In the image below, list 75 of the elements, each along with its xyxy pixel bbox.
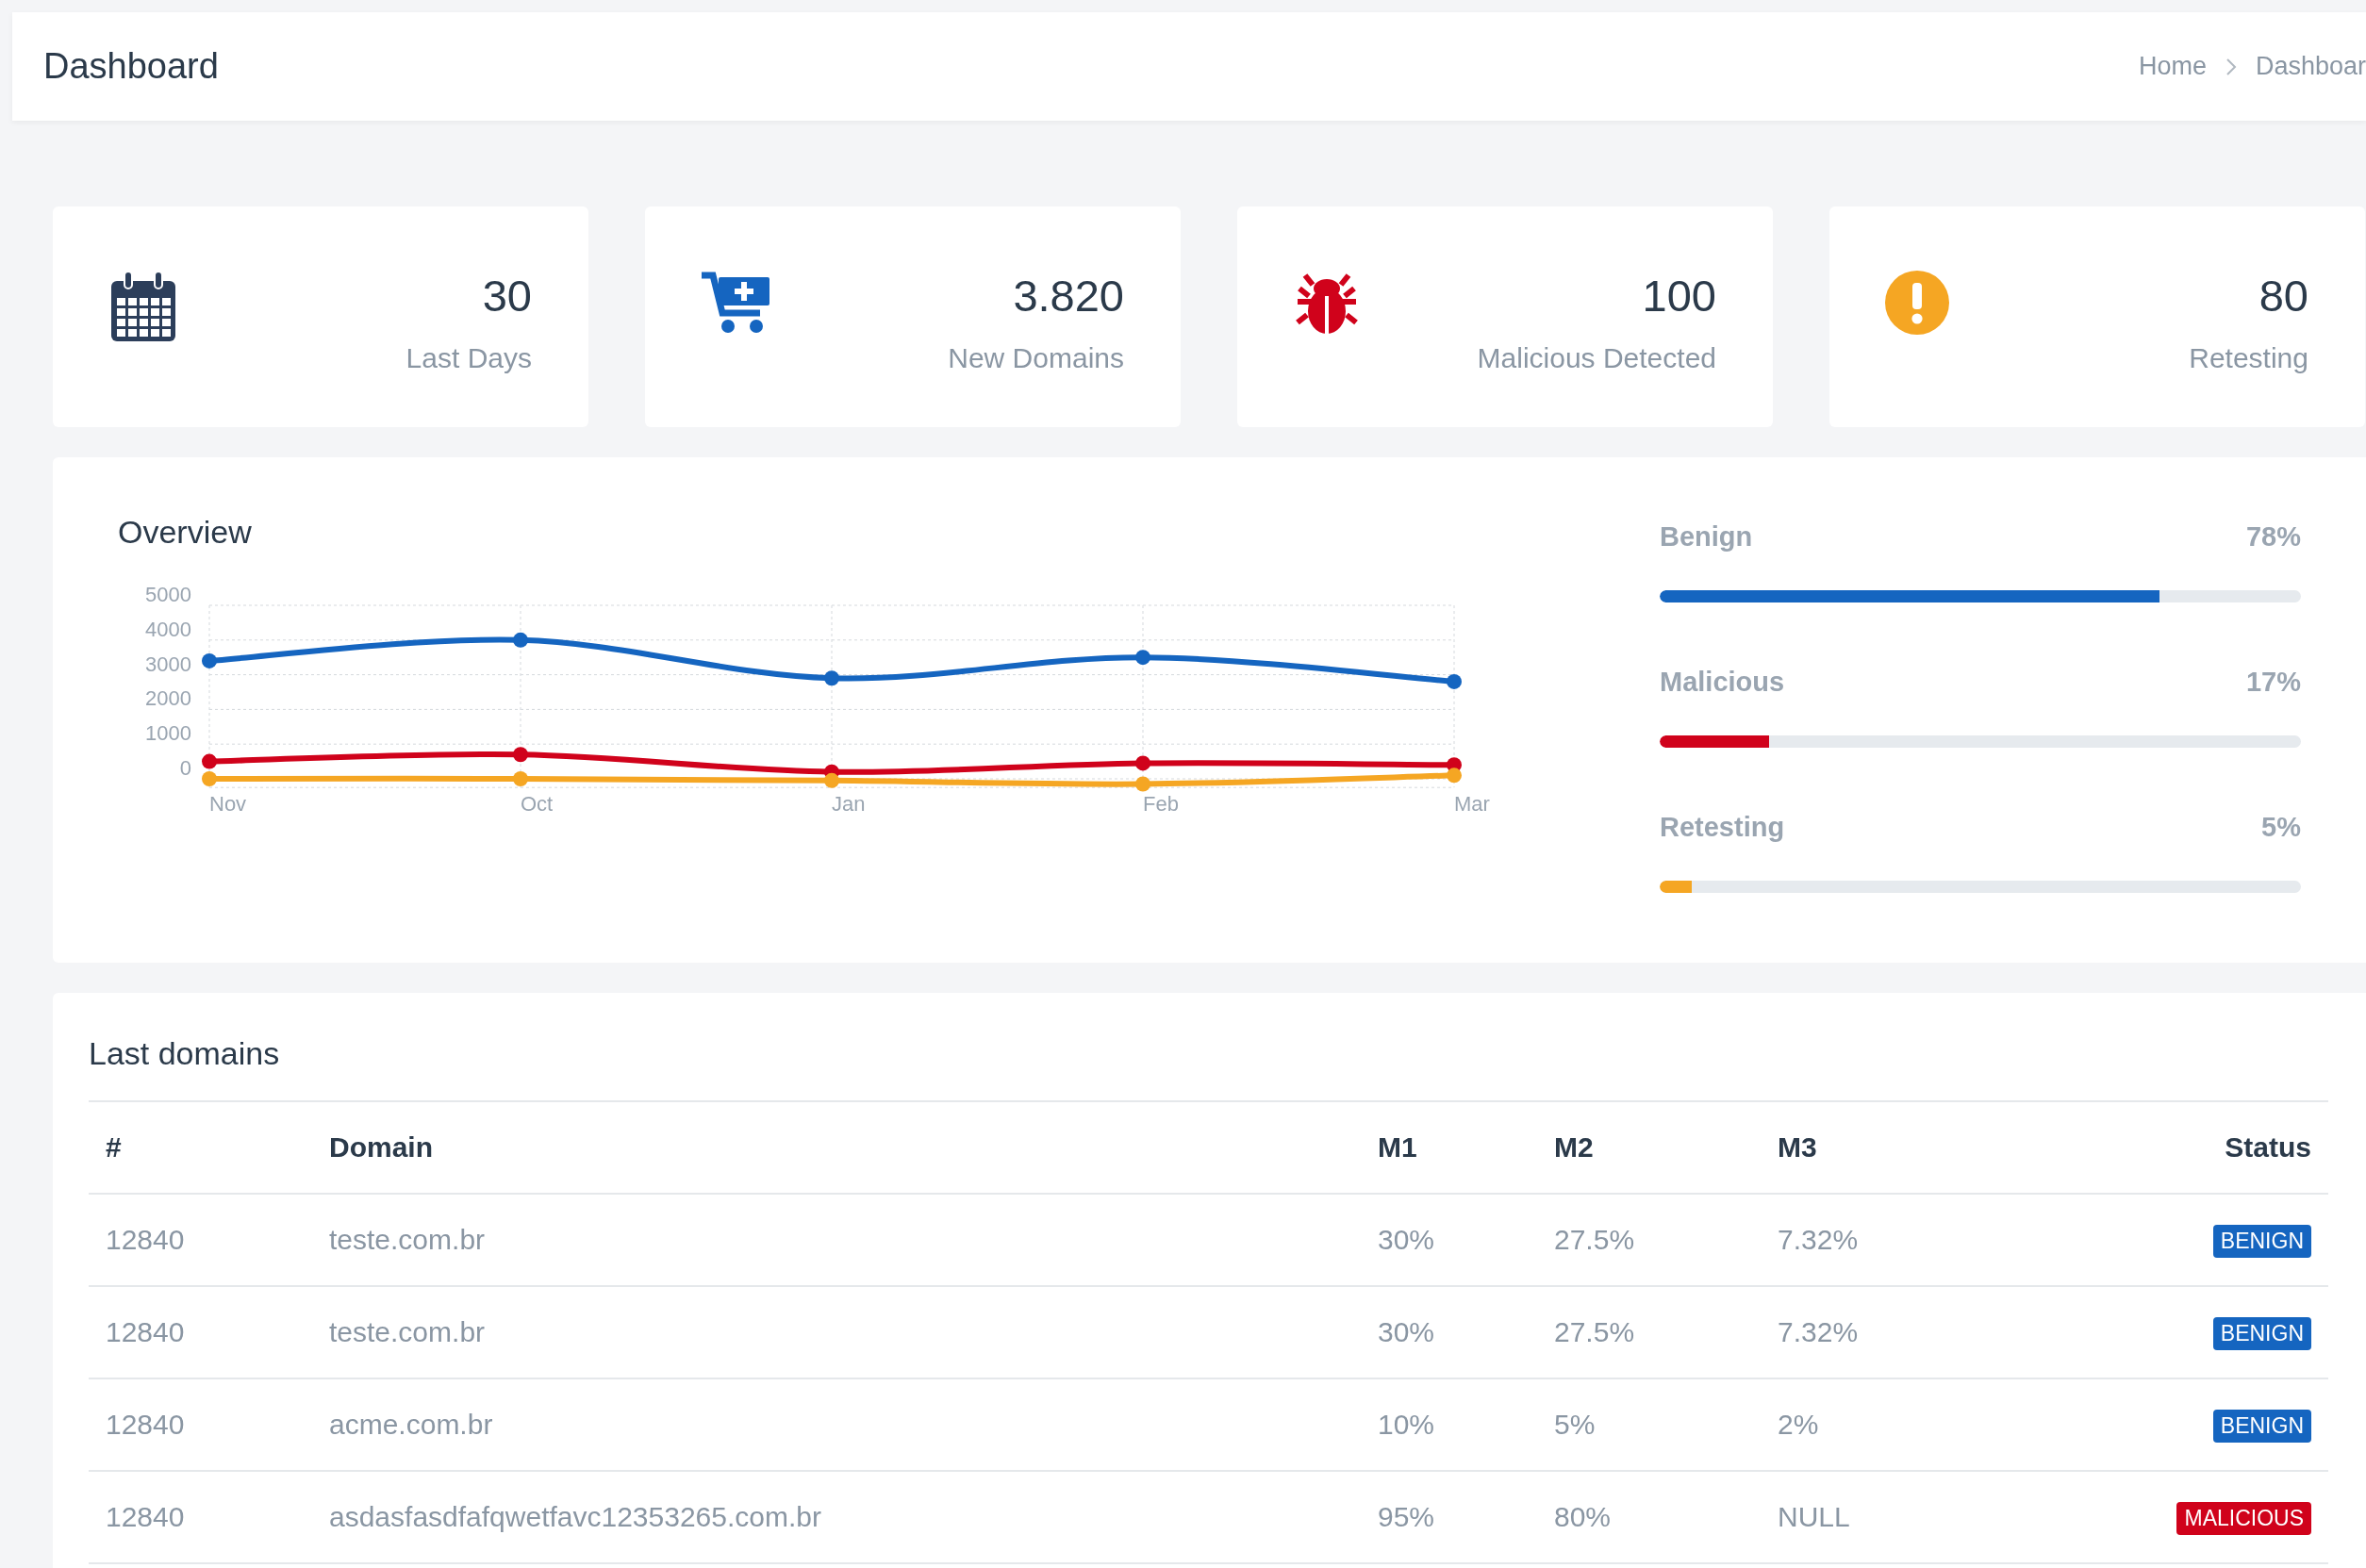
table-cell: 27.5% <box>1537 1286 1761 1378</box>
column-header: M2 <box>1537 1101 1761 1194</box>
progress-label: Retesting <box>1660 812 1785 843</box>
axis-label: 1000 <box>145 721 191 746</box>
panel-title: Overview <box>118 514 253 551</box>
table-cell: 12840 <box>89 1378 312 1471</box>
table-cell: 5% <box>1537 1378 1761 1471</box>
column-header: Domain <box>312 1101 1361 1194</box>
breadcrumb-link[interactable]: Home <box>2138 52 2207 81</box>
exclamation-icon <box>1884 270 1950 336</box>
column-header: M1 <box>1361 1101 1537 1194</box>
stat-value: 80 <box>2258 270 2308 322</box>
table-cell: 30% <box>1361 1194 1537 1286</box>
status-badge: MALICIOUS <box>2176 1501 2311 1535</box>
axis-label: Oct <box>521 792 554 816</box>
progress-reading: 17% <box>2245 667 2301 698</box>
table-cell: teste.com.br <box>312 1286 1361 1378</box>
stat-value: 100 <box>1641 270 1716 322</box>
table-cell: 7.32% <box>1761 1194 1991 1286</box>
table-cell: 95% <box>1361 1471 1537 1563</box>
data-point <box>1135 650 1150 666</box>
stat-label: Last Days <box>405 342 532 374</box>
column-header: Status <box>1990 1101 2328 1194</box>
stat-label: New Domains <box>948 342 1124 374</box>
axis-label: Jan <box>832 792 866 816</box>
table-cell: 12840 <box>89 1286 312 1378</box>
table-cell: 12840 <box>89 1471 312 1563</box>
data-point <box>1447 673 1462 689</box>
axis-label: 5000 <box>145 583 191 606</box>
page-title: Dashboard <box>43 46 219 87</box>
table-cell: 2% <box>1761 1378 1991 1471</box>
axis-label: 3000 <box>145 652 191 676</box>
progress-label: Malicious <box>1660 667 1785 698</box>
data-point <box>1447 767 1462 784</box>
table-cell: asdasfasdfafqwetfavc12353265.com.br <box>312 1471 1361 1563</box>
chevron-right-icon <box>2225 57 2237 76</box>
data-point <box>513 771 528 786</box>
axis-label: 2000 <box>145 686 191 711</box>
column-header: M3 <box>1761 1101 1991 1194</box>
panel-title: Last domains <box>89 1035 281 1072</box>
data-point <box>202 753 217 769</box>
table-cell: 7.32% <box>1761 1286 1991 1378</box>
axis-label: 4000 <box>145 617 191 641</box>
stat-value: 30 <box>481 270 532 322</box>
table-cell: 80% <box>1537 1471 1761 1563</box>
axis-label: Nov <box>209 792 247 816</box>
stat-label: Malicious Detected <box>1477 342 1716 374</box>
table-cell: teste.com.br <box>312 1194 1361 1286</box>
table-cell: 10% <box>1361 1378 1537 1471</box>
progress-reading: 78% <box>2245 521 2301 553</box>
column-header: # <box>89 1101 312 1194</box>
progress-reading: 5% <box>2261 812 2301 843</box>
table-cell: 27.5% <box>1537 1194 1761 1286</box>
status-badge: BENIGN <box>2212 1409 2311 1443</box>
axis-label: Mar <box>1454 792 1490 816</box>
axis-label: 0 <box>179 756 191 780</box>
table-cell: NULL <box>1761 1471 1991 1563</box>
stat-label: Retesting <box>2189 342 2308 374</box>
data-point <box>202 652 217 668</box>
data-point <box>513 747 528 763</box>
table-cell: acme.com.br <box>312 1378 1361 1471</box>
data-point <box>1135 776 1150 792</box>
data-point <box>824 670 839 686</box>
status-badge: BENIGN <box>2212 1316 2311 1350</box>
table-cell: 12840 <box>89 1194 312 1286</box>
data-point <box>202 771 217 786</box>
axis-label: Feb <box>1143 792 1179 816</box>
data-point <box>513 632 528 648</box>
status-badge: BENIGN <box>2212 1224 2311 1258</box>
data-point <box>1135 755 1150 771</box>
progress-label: Benign <box>1660 521 1753 553</box>
stat-value: 3.820 <box>1012 270 1124 322</box>
breadcrumb-link[interactable]: Dashboar <box>2255 52 2366 81</box>
data-point <box>824 772 839 788</box>
table-cell: 30% <box>1361 1286 1537 1378</box>
